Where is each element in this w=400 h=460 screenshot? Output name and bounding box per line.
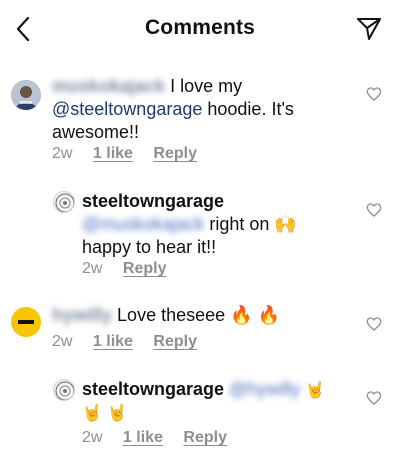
avatar[interactable]: [53, 191, 75, 213]
comment-username[interactable]: steeltowngarage: [82, 191, 224, 211]
garage-logo-icon: [55, 381, 74, 400]
mention-link[interactable]: @hywilly: [229, 378, 300, 401]
avatar[interactable]: [11, 307, 41, 337]
reply-button[interactable]: Reply: [123, 260, 167, 277]
likes-count-link[interactable]: 1 like: [123, 429, 163, 446]
like-heart-icon[interactable]: [366, 86, 382, 102]
comment-text: muskokajack I love my @steeltowngarage h…: [52, 75, 294, 142]
comment-text: hywilly Love theseee 🔥 🔥: [52, 304, 280, 327]
reply-button[interactable]: Reply: [153, 333, 197, 350]
share-button[interactable]: [356, 16, 382, 42]
like-heart-icon[interactable]: [366, 202, 382, 218]
like-heart-icon[interactable]: [366, 316, 382, 332]
reply-text: steeltowngarage @muskokajack right on 🙌 …: [82, 191, 297, 257]
reply-item: steeltowngarage @hywilly 🤘 🤘 🤘 2w 1 like…: [0, 372, 400, 460]
avatar[interactable]: [53, 379, 75, 401]
reply-item: steeltowngarage @muskokajack right on 🙌 …: [0, 182, 400, 282]
garage-logo-icon: [55, 193, 74, 212]
comment-meta: 2w 1 like Reply: [52, 145, 197, 163]
comment-username[interactable]: hywilly: [52, 304, 112, 327]
brand-logo-icon: [18, 320, 34, 324]
avatar[interactable]: [11, 80, 41, 110]
reply-button[interactable]: Reply: [153, 145, 197, 162]
mention-link[interactable]: @muskokajack: [82, 213, 204, 236]
comment-meta: 2w Reply: [82, 260, 166, 278]
comment-age: 2w: [82, 260, 103, 277]
comment-item: hywilly Love theseee 🔥 🔥 2w 1 like Reply: [0, 300, 400, 360]
top-bar: Comments: [0, 0, 400, 60]
likes-count-link[interactable]: 1 like: [93, 333, 133, 350]
comment-username[interactable]: steeltowngarage: [82, 379, 224, 399]
likes-count-link[interactable]: 1 like: [93, 145, 133, 162]
comment-age: 2w: [82, 429, 103, 446]
page-title: Comments: [144, 16, 256, 39]
mention-link[interactable]: @steeltowngarage: [52, 99, 202, 119]
reply-text: steeltowngarage @hywilly 🤘 🤘 🤘: [82, 378, 326, 422]
comment-meta: 2w 1 like Reply: [82, 429, 227, 447]
comment-age: 2w: [52, 333, 73, 350]
comment-username[interactable]: muskokajack: [52, 75, 165, 98]
reply-button[interactable]: Reply: [183, 429, 227, 446]
comment-age: 2w: [52, 145, 73, 162]
comment-item: muskokajack I love my @steeltowngarage h…: [0, 70, 400, 170]
paper-plane-icon: [357, 18, 381, 40]
like-heart-icon[interactable]: [366, 390, 382, 406]
comment-meta: 2w 1 like Reply: [52, 333, 197, 351]
user-photo-icon: [11, 80, 41, 110]
